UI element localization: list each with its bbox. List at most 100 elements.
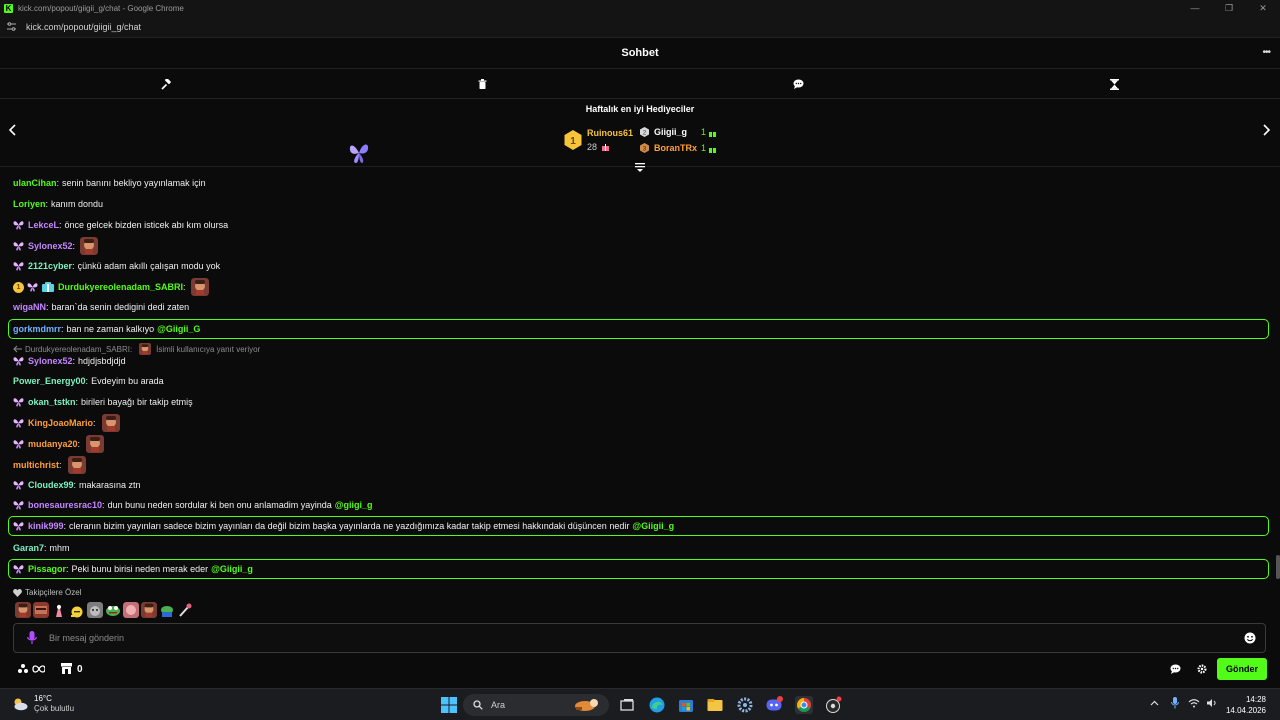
gear-icon[interactable] bbox=[1197, 664, 1207, 674]
weather-description: Çok bulutlu bbox=[34, 704, 75, 713]
emote-icon[interactable] bbox=[177, 602, 193, 618]
file-explorer-icon[interactable] bbox=[706, 696, 724, 714]
close-window-button[interactable]: ✕ bbox=[1246, 0, 1280, 16]
chat-bubble-icon[interactable] bbox=[1170, 664, 1181, 674]
gift-icon bbox=[709, 145, 716, 153]
url-text[interactable]: kick.com/popout/giigii_g/chat bbox=[26, 22, 141, 32]
hourglass-icon[interactable] bbox=[1107, 77, 1121, 91]
emote-icon[interactable] bbox=[141, 602, 157, 618]
search-highlight-icon bbox=[573, 697, 601, 713]
chat-mention[interactable]: @Giigii_g bbox=[211, 564, 253, 574]
gifter-rank1-name[interactable]: Ruinous61 bbox=[587, 128, 633, 138]
chat-text: çünkü adam akıllı çalışan modu yok bbox=[77, 261, 221, 271]
more-options-icon[interactable]: ••• bbox=[1262, 47, 1270, 58]
emote-icon[interactable] bbox=[69, 602, 85, 618]
emote-icon[interactable] bbox=[123, 602, 139, 618]
chevron-left-icon[interactable] bbox=[8, 124, 18, 138]
scrollbar-thumb[interactable] bbox=[1276, 555, 1280, 579]
chat-message: Sylonex52: bbox=[13, 236, 98, 256]
emote-icon[interactable] bbox=[159, 602, 175, 618]
emote-icon[interactable] bbox=[51, 602, 67, 618]
chat-username[interactable]: okan_tstkn bbox=[28, 397, 76, 407]
chat-mention[interactable]: @Giigii_g bbox=[632, 521, 674, 531]
gavel-icon[interactable] bbox=[159, 77, 173, 91]
minimize-button[interactable]: — bbox=[1178, 0, 1212, 16]
emote-icon[interactable] bbox=[15, 602, 31, 618]
microphone-icon[interactable] bbox=[27, 631, 37, 645]
butterfly-badge-icon bbox=[13, 356, 24, 366]
reply-note: İsimli kullanıcıya yanıt veriyor bbox=[156, 344, 261, 354]
chat-username[interactable]: 2121cyber bbox=[28, 261, 72, 271]
chat-username[interactable]: ulanCihan bbox=[13, 178, 57, 188]
chat-username[interactable]: KingJoaoMario bbox=[28, 418, 93, 428]
butterfly-badge-icon bbox=[13, 418, 24, 428]
emote-icon[interactable] bbox=[101, 414, 121, 432]
volume-icon[interactable] bbox=[1206, 698, 1218, 710]
chat-message: wigaNN: baran`da senin dedigini dedi zat… bbox=[13, 302, 190, 312]
gifter-rank2-name[interactable]: Giigii_g bbox=[654, 127, 687, 137]
gifter-rank-badge-icon: 1 bbox=[13, 281, 24, 293]
windows-start-icon[interactable] bbox=[440, 696, 458, 714]
wifi-icon[interactable] bbox=[1188, 698, 1200, 710]
settings-app-icon[interactable] bbox=[736, 696, 754, 714]
emote-icon[interactable] bbox=[85, 435, 105, 453]
chat-username[interactable]: Pissagor bbox=[28, 564, 66, 574]
followers-only-section: Takipçilere Özel bbox=[13, 588, 81, 597]
chat-message: Pissagor: Peki bunu birisi neden merak e… bbox=[13, 561, 253, 577]
chat-username[interactable]: Durdukyereolenadam_SABRI bbox=[58, 282, 183, 292]
chat-username[interactable]: mudanya20 bbox=[28, 439, 78, 449]
emote-icon[interactable] bbox=[33, 602, 49, 618]
chat-scrollbar[interactable] bbox=[1276, 168, 1280, 588]
chat-username[interactable]: multichrist bbox=[13, 460, 59, 470]
emote-icon[interactable] bbox=[105, 602, 121, 618]
moderator-toolbar bbox=[0, 69, 1280, 99]
microphone-tray-icon[interactable] bbox=[1171, 697, 1179, 711]
chat-bubble-icon[interactable] bbox=[791, 77, 805, 91]
steam-like-app-icon[interactable] bbox=[824, 696, 842, 714]
chat-text: kanım dondu bbox=[51, 199, 104, 209]
gifter-rank2-count: 1 bbox=[701, 127, 707, 137]
chat-username[interactable]: Sylonex52 bbox=[28, 356, 73, 366]
chat-text: birileri bayağı bir takip etmiş bbox=[81, 397, 193, 407]
chat-username[interactable]: kinik999 bbox=[28, 521, 64, 531]
chrome-icon[interactable] bbox=[795, 696, 813, 714]
trash-icon[interactable] bbox=[475, 77, 489, 91]
emote-icon[interactable] bbox=[67, 456, 87, 474]
taskbar-search[interactable]: Ara bbox=[463, 694, 609, 716]
task-view-icon[interactable] bbox=[618, 696, 636, 714]
emote-icon[interactable] bbox=[87, 602, 103, 618]
send-button[interactable]: Gönder bbox=[1217, 658, 1267, 680]
site-info-icon[interactable] bbox=[6, 22, 17, 31]
restore-button[interactable]: ❐ bbox=[1212, 0, 1246, 16]
emote-icon[interactable] bbox=[191, 278, 209, 296]
system-clock[interactable]: 14:28 14.04.2026 bbox=[1226, 694, 1266, 716]
edge-browser-icon[interactable] bbox=[648, 696, 666, 714]
window-title: kick.com/popout/giigii_g/chat - Google C… bbox=[18, 3, 184, 13]
chat-username[interactable]: bonesauresrac10 bbox=[28, 500, 102, 510]
chat-message: LekceL: önce gelcek bizden isticek abı k… bbox=[13, 217, 228, 233]
chevron-up-icon[interactable] bbox=[1150, 698, 1159, 708]
chat-username[interactable]: Loriyen bbox=[13, 199, 46, 209]
emote-icon[interactable] bbox=[80, 237, 98, 255]
chat-username[interactable]: Garan7 bbox=[13, 543, 44, 553]
page-title: Sohbet bbox=[621, 47, 659, 59]
chat-mention[interactable]: @giigi_g bbox=[335, 500, 373, 510]
chevron-right-icon[interactable] bbox=[1263, 124, 1273, 138]
chat-username[interactable]: LekceL bbox=[28, 220, 59, 230]
chat-username[interactable]: wigaNN bbox=[13, 302, 46, 312]
chat-header: Sohbet ••• bbox=[0, 38, 1280, 69]
store-icon[interactable] bbox=[61, 663, 72, 674]
channel-points-infinity-icon[interactable] bbox=[17, 663, 46, 675]
store-app-icon[interactable] bbox=[677, 696, 695, 714]
chat-username[interactable]: gorkmdmrr bbox=[13, 324, 61, 334]
chat-mention[interactable]: @Giigii_G bbox=[157, 324, 200, 334]
chat-username[interactable]: Power_Energy00 bbox=[13, 376, 86, 386]
message-input[interactable] bbox=[49, 633, 1199, 643]
discord-icon[interactable] bbox=[765, 696, 783, 714]
emoji-picker-icon[interactable] bbox=[1244, 632, 1256, 644]
gifter-rank3-name[interactable]: BoranTRx bbox=[654, 143, 697, 153]
chat-username[interactable]: Sylonex52 bbox=[28, 241, 73, 251]
chat-message: Loriyen: kanım dondu bbox=[13, 199, 104, 209]
weather-widget[interactable]: 16°C Çok bulutlu bbox=[12, 694, 74, 714]
chat-username[interactable]: Cloudex99 bbox=[28, 480, 74, 490]
